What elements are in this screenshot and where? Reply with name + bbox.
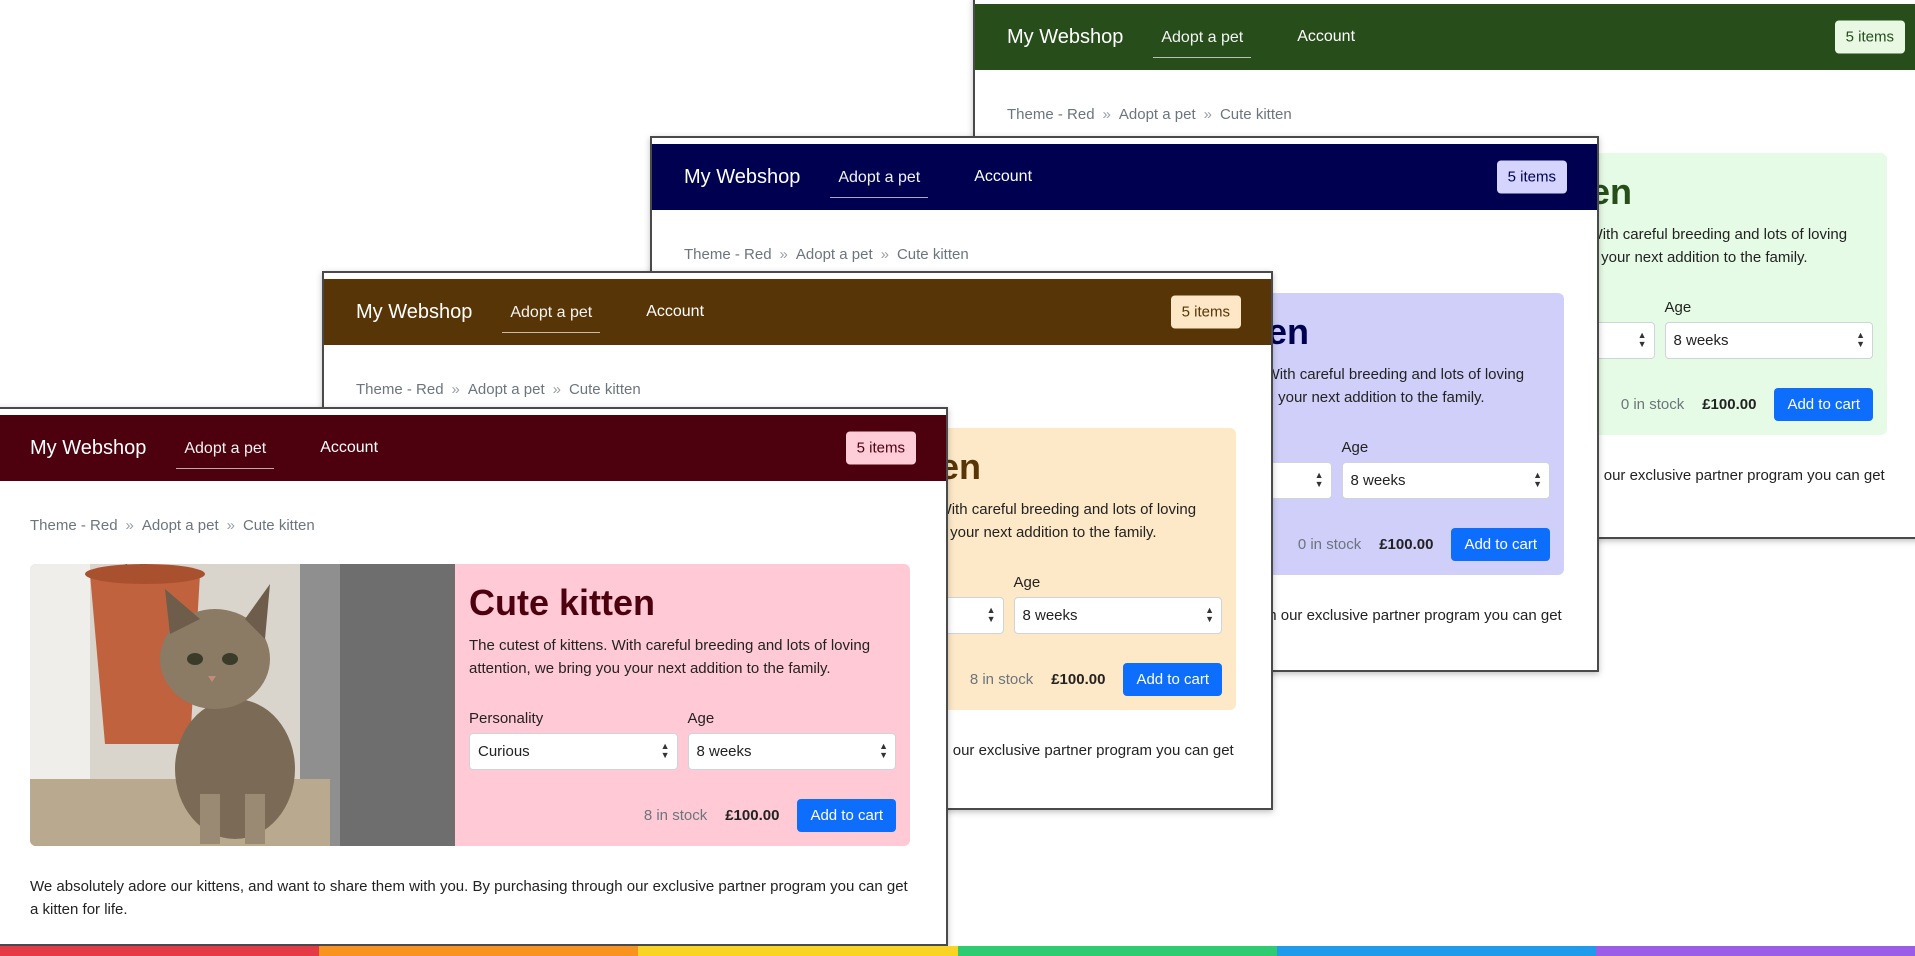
breadcrumb-separator: »: [1203, 106, 1212, 123]
age-select[interactable]: 8 weeks ▲ ▼: [687, 733, 896, 770]
navbar: My Webshop Adopt a pet Account 5 items: [0, 415, 946, 481]
buy-row: 8 in stock £100.00 Add to cart: [970, 663, 1222, 696]
age-value: 8 weeks: [1022, 607, 1078, 624]
buy-row: 0 in stock £100.00 Add to cart: [1298, 528, 1550, 561]
select-arrows-icon: ▲ ▼: [1856, 330, 1865, 349]
kitten-photo: [30, 564, 455, 846]
navbar: My Webshop Adopt a pet Account 5 items: [975, 4, 1915, 70]
stripe-segment: [638, 946, 958, 956]
nav-adopt-link[interactable]: Adopt a pet: [176, 432, 275, 469]
product-options: Personality Curious ▲▼ Age 8 weeks ▲▼: [469, 710, 896, 770]
breadcrumb-item[interactable]: Theme - Red: [30, 517, 118, 534]
breadcrumb-separator: »: [226, 517, 235, 534]
breadcrumb-item[interactable]: Adopt a pet: [142, 517, 219, 534]
nav-adopt-link[interactable]: Adopt a pet: [1153, 21, 1252, 58]
select-arrows-icon: ▲ ▼: [1205, 605, 1214, 624]
add-to-cart-button[interactable]: Add to cart: [1451, 528, 1550, 561]
stripe-segment: [1276, 946, 1596, 956]
nav-adopt-link[interactable]: Adopt a pet: [830, 161, 929, 198]
breadcrumb-item: Cute kitten: [1219, 106, 1292, 123]
select-arrows-icon: ▲ ▼: [986, 605, 996, 624]
age-label: Age: [1664, 299, 1692, 316]
breadcrumb-item: Cute kitten: [242, 517, 315, 534]
select-arrows-icon: ▲ ▼: [660, 741, 670, 760]
cart-button[interactable]: 5 items: [1834, 20, 1905, 54]
product-title: Cute kitten: [469, 582, 656, 623]
product-card: Cute kitten The cutest of kittens. With …: [30, 564, 910, 846]
brand-link[interactable]: My Webshop: [1007, 26, 1123, 49]
buy-row: 8 in stock £100.00 Add to cart: [644, 799, 896, 832]
cart-button[interactable]: 5 items: [1170, 295, 1241, 329]
select-arrows-icon: ▲ ▼: [1314, 470, 1324, 489]
select-arrows-icon: ▲ ▼: [879, 741, 888, 760]
stock-count: 0 in stock: [1620, 396, 1685, 413]
add-to-cart-button[interactable]: Add to cart: [1123, 663, 1222, 696]
nav-account-link[interactable]: Account: [312, 431, 386, 465]
price: £100.00: [1379, 536, 1434, 553]
breadcrumb-separator: »: [451, 381, 460, 398]
cart-button[interactable]: 5 items: [845, 431, 916, 465]
age-select[interactable]: 8 weeks ▲ ▼: [1341, 462, 1550, 499]
age-value: 8 weeks: [1673, 332, 1729, 349]
browser-window-red: My Webshop Adopt a pet Account 5 items T…: [0, 407, 948, 946]
age-select[interactable]: 8 weeks ▲ ▼: [1664, 322, 1873, 359]
breadcrumb-separator: »: [125, 517, 134, 534]
breadcrumb-separator: »: [552, 381, 561, 398]
breadcrumb-item[interactable]: Adopt a pet: [1119, 106, 1196, 123]
breadcrumb: Theme - Red » Adopt a pet » Cute kitten: [30, 517, 946, 534]
price: £100.00: [725, 807, 780, 824]
age-label: Age: [1013, 574, 1041, 591]
age-label: Age: [1341, 439, 1369, 456]
brand-link[interactable]: My Webshop: [684, 166, 800, 189]
price: £100.00: [1702, 396, 1757, 413]
stripe-segment: [957, 946, 1277, 956]
buy-row: 0 in stock £100.00 Add to cart: [1621, 388, 1873, 421]
stripe-segment: [1595, 946, 1915, 956]
nav-adopt-link[interactable]: Adopt a pet: [502, 296, 601, 333]
select-arrows-icon: ▲ ▼: [1533, 470, 1542, 489]
rainbow-stripe: [0, 946, 1915, 956]
kitten-illustration: [30, 564, 455, 846]
add-to-cart-button[interactable]: Add to cart: [1774, 388, 1873, 421]
breadcrumb: Theme - Red » Adopt a pet » Cute kitten: [684, 246, 1597, 263]
breadcrumb-separator: »: [1102, 106, 1111, 123]
price: £100.00: [1051, 671, 1106, 688]
nav-account-link[interactable]: Account: [638, 295, 712, 329]
breadcrumb-item[interactable]: Theme - Red: [1007, 106, 1095, 123]
navbar: My Webshop Adopt a pet Account 5 items: [324, 279, 1271, 345]
breadcrumb-separator: »: [880, 246, 889, 263]
add-to-cart-button[interactable]: Add to cart: [797, 799, 896, 832]
stripe-segment: [0, 946, 320, 956]
product-info: Cute kitten The cutest of kittens. With …: [455, 564, 910, 846]
nav-account-link[interactable]: Account: [1289, 20, 1363, 54]
navbar: My Webshop Adopt a pet Account 5 items: [652, 144, 1597, 210]
personality-label: Personality: [469, 710, 544, 727]
breadcrumb-item[interactable]: Theme - Red: [356, 381, 444, 398]
breadcrumb-item[interactable]: Adopt a pet: [796, 246, 873, 263]
cart-button[interactable]: 5 items: [1496, 160, 1567, 194]
age-label: Age: [687, 710, 715, 727]
product-description: The cutest of kittens. With careful bree…: [469, 637, 871, 677]
stripe-segment: [319, 946, 639, 956]
breadcrumb-separator: »: [779, 246, 788, 263]
breadcrumb: Theme - Red » Adopt a pet » Cute kitten: [356, 381, 1271, 398]
breadcrumb-item: Cute kitten: [568, 381, 641, 398]
select-arrows-icon: ▲ ▼: [1637, 330, 1647, 349]
personality-value: Curious: [478, 743, 530, 760]
breadcrumb-item[interactable]: Adopt a pet: [468, 381, 545, 398]
breadcrumb-item[interactable]: Theme - Red: [684, 246, 772, 263]
age-value: 8 weeks: [1350, 472, 1406, 489]
stock-count: 0 in stock: [1297, 536, 1362, 553]
brand-link[interactable]: My Webshop: [30, 437, 146, 460]
stock-count: 8 in stock: [643, 807, 708, 824]
footer-text: We absolutely adore our kittens, and wan…: [30, 878, 908, 918]
stock-count: 8 in stock: [969, 671, 1034, 688]
breadcrumb: Theme - Red » Adopt a pet » Cute kitten: [1007, 106, 1915, 123]
breadcrumb-item: Cute kitten: [896, 246, 969, 263]
age-value: 8 weeks: [696, 743, 752, 760]
brand-link[interactable]: My Webshop: [356, 301, 472, 324]
personality-select[interactable]: Curious ▲▼: [469, 733, 678, 770]
nav-account-link[interactable]: Account: [966, 160, 1040, 194]
age-select[interactable]: 8 weeks ▲ ▼: [1013, 597, 1222, 634]
